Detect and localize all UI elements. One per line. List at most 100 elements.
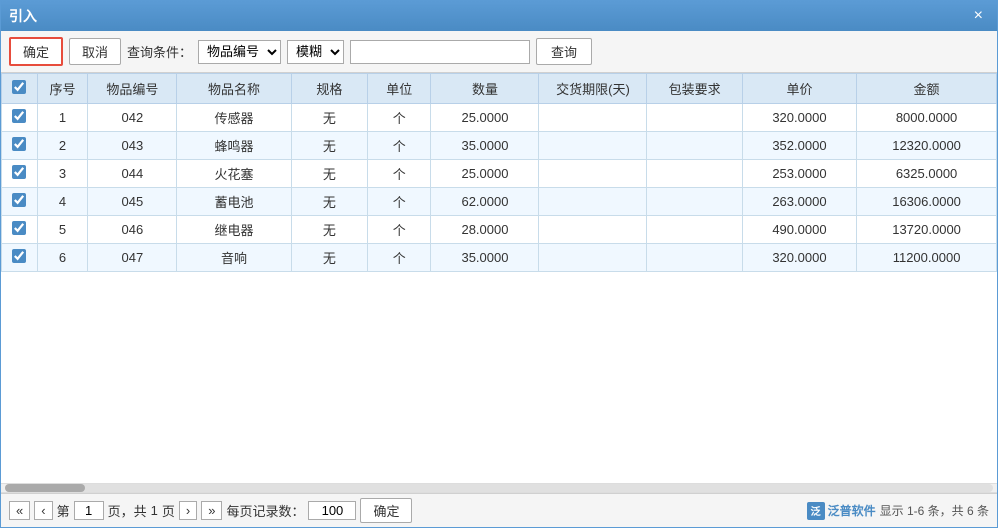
row-packing [647, 160, 742, 188]
row-checkbox[interactable] [12, 193, 26, 207]
query-condition-label: 查询条件： [127, 42, 192, 61]
row-seq: 6 [37, 244, 88, 272]
brand-icon-text: 泛 [811, 503, 821, 518]
row-packing [647, 216, 742, 244]
row-name: 传感器 [177, 104, 291, 132]
total-pages-suffix: 页 [162, 501, 175, 520]
row-packing [647, 244, 742, 272]
table-header-row: 序号 物品编号 物品名称 规格 单位 数量 交货期限(天) 包装要求 单价 金额 [2, 74, 997, 104]
records-per-page-label: 每页记录数： [226, 501, 304, 520]
row-qty: 35.0000 [431, 132, 539, 160]
search-input[interactable] [350, 40, 530, 64]
table-row: 6 047 音响 无 个 35.0000 320.0000 11200.0000 [2, 244, 997, 272]
row-seq: 2 [37, 132, 88, 160]
row-name: 音响 [177, 244, 291, 272]
brand-name: 泛普软件 [828, 502, 876, 519]
table-area: 序号 物品编号 物品名称 规格 单位 数量 交货期限(天) 包装要求 单价 金额… [1, 73, 997, 483]
row-delivery [539, 216, 647, 244]
row-spec: 无 [291, 188, 367, 216]
query-button[interactable]: 查询 [536, 38, 592, 65]
row-spec: 无 [291, 104, 367, 132]
row-checkbox[interactable] [12, 249, 26, 263]
confirm-button[interactable]: 确定 [9, 37, 63, 66]
row-amount: 16306.0000 [857, 188, 997, 216]
row-code: 044 [88, 160, 177, 188]
row-price: 253.0000 [742, 160, 856, 188]
prev-page-button[interactable]: ‹ [34, 501, 52, 520]
row-unit: 个 [367, 132, 431, 160]
page-number-input[interactable] [74, 501, 104, 520]
row-code: 042 [88, 104, 177, 132]
header-checkbox-cell [2, 74, 38, 104]
header-amount: 金额 [857, 74, 997, 104]
row-spec: 无 [291, 132, 367, 160]
cancel-button[interactable]: 取消 [69, 38, 121, 65]
row-packing [647, 188, 742, 216]
row-delivery [539, 104, 647, 132]
select-all-checkbox[interactable] [12, 80, 26, 94]
row-unit: 个 [367, 216, 431, 244]
header-packing: 包装要求 [647, 74, 742, 104]
row-checkbox[interactable] [12, 165, 26, 179]
row-spec: 无 [291, 160, 367, 188]
match-select[interactable]: 模糊 精确 [287, 40, 344, 64]
total-pages: 1 [151, 503, 158, 518]
brand-logo: 泛 泛普软件 [807, 502, 876, 520]
header-code: 物品编号 [88, 74, 177, 104]
first-page-button[interactable]: « [9, 501, 30, 520]
pagination: « ‹ 第 页，共 1 页 › » 每页记录数： 确定 [9, 498, 412, 523]
row-price: 490.0000 [742, 216, 856, 244]
page-prefix: 第 [57, 501, 70, 520]
row-spec: 无 [291, 216, 367, 244]
row-checkbox-cell [2, 244, 38, 272]
table-row: 3 044 火花塞 无 个 25.0000 253.0000 6325.0000 [2, 160, 997, 188]
horizontal-scrollbar[interactable] [1, 483, 997, 493]
row-name: 蜂鸣器 [177, 132, 291, 160]
row-code: 043 [88, 132, 177, 160]
row-code: 045 [88, 188, 177, 216]
row-amount: 13720.0000 [857, 216, 997, 244]
page-suffix: 页，共 [108, 501, 147, 520]
title-bar: 引入 × [1, 1, 997, 31]
row-price: 320.0000 [742, 104, 856, 132]
row-code: 047 [88, 244, 177, 272]
row-unit: 个 [367, 244, 431, 272]
table-row: 5 046 继电器 无 个 28.0000 490.0000 13720.000… [2, 216, 997, 244]
last-page-button[interactable]: » [201, 501, 222, 520]
row-name: 继电器 [177, 216, 291, 244]
close-button[interactable]: × [968, 5, 989, 27]
field-select[interactable]: 物品编号 物品名称 规格 [198, 40, 281, 64]
row-unit: 个 [367, 188, 431, 216]
row-code: 046 [88, 216, 177, 244]
row-checkbox[interactable] [12, 109, 26, 123]
toolbar: 确定 取消 查询条件： 物品编号 物品名称 规格 模糊 精确 查询 [1, 31, 997, 73]
scrollbar-thumb[interactable] [5, 484, 85, 492]
header-unit: 单位 [367, 74, 431, 104]
row-checkbox-cell [2, 132, 38, 160]
header-delivery: 交货期限(天) [539, 74, 647, 104]
header-qty: 数量 [431, 74, 539, 104]
row-checkbox[interactable] [12, 137, 26, 151]
header-price: 单价 [742, 74, 856, 104]
bottom-confirm-button[interactable]: 确定 [360, 498, 412, 523]
row-amount: 6325.0000 [857, 160, 997, 188]
row-packing [647, 132, 742, 160]
row-seq: 3 [37, 160, 88, 188]
row-qty: 62.0000 [431, 188, 539, 216]
row-checkbox-cell [2, 160, 38, 188]
row-amount: 11200.0000 [857, 244, 997, 272]
table-row: 2 043 蜂鸣器 无 个 35.0000 352.0000 12320.000… [2, 132, 997, 160]
row-delivery [539, 244, 647, 272]
row-delivery [539, 132, 647, 160]
scrollbar-track [5, 484, 993, 492]
row-unit: 个 [367, 160, 431, 188]
header-spec: 规格 [291, 74, 367, 104]
row-name: 蓄电池 [177, 188, 291, 216]
row-checkbox-cell [2, 216, 38, 244]
records-per-page-input[interactable] [308, 501, 356, 520]
row-amount: 8000.0000 [857, 104, 997, 132]
table-body: 1 042 传感器 无 个 25.0000 320.0000 8000.0000… [2, 104, 997, 272]
row-checkbox[interactable] [12, 221, 26, 235]
status-text: 显示 1-6 条，共 6 条 [880, 502, 989, 519]
next-page-button[interactable]: › [179, 501, 197, 520]
